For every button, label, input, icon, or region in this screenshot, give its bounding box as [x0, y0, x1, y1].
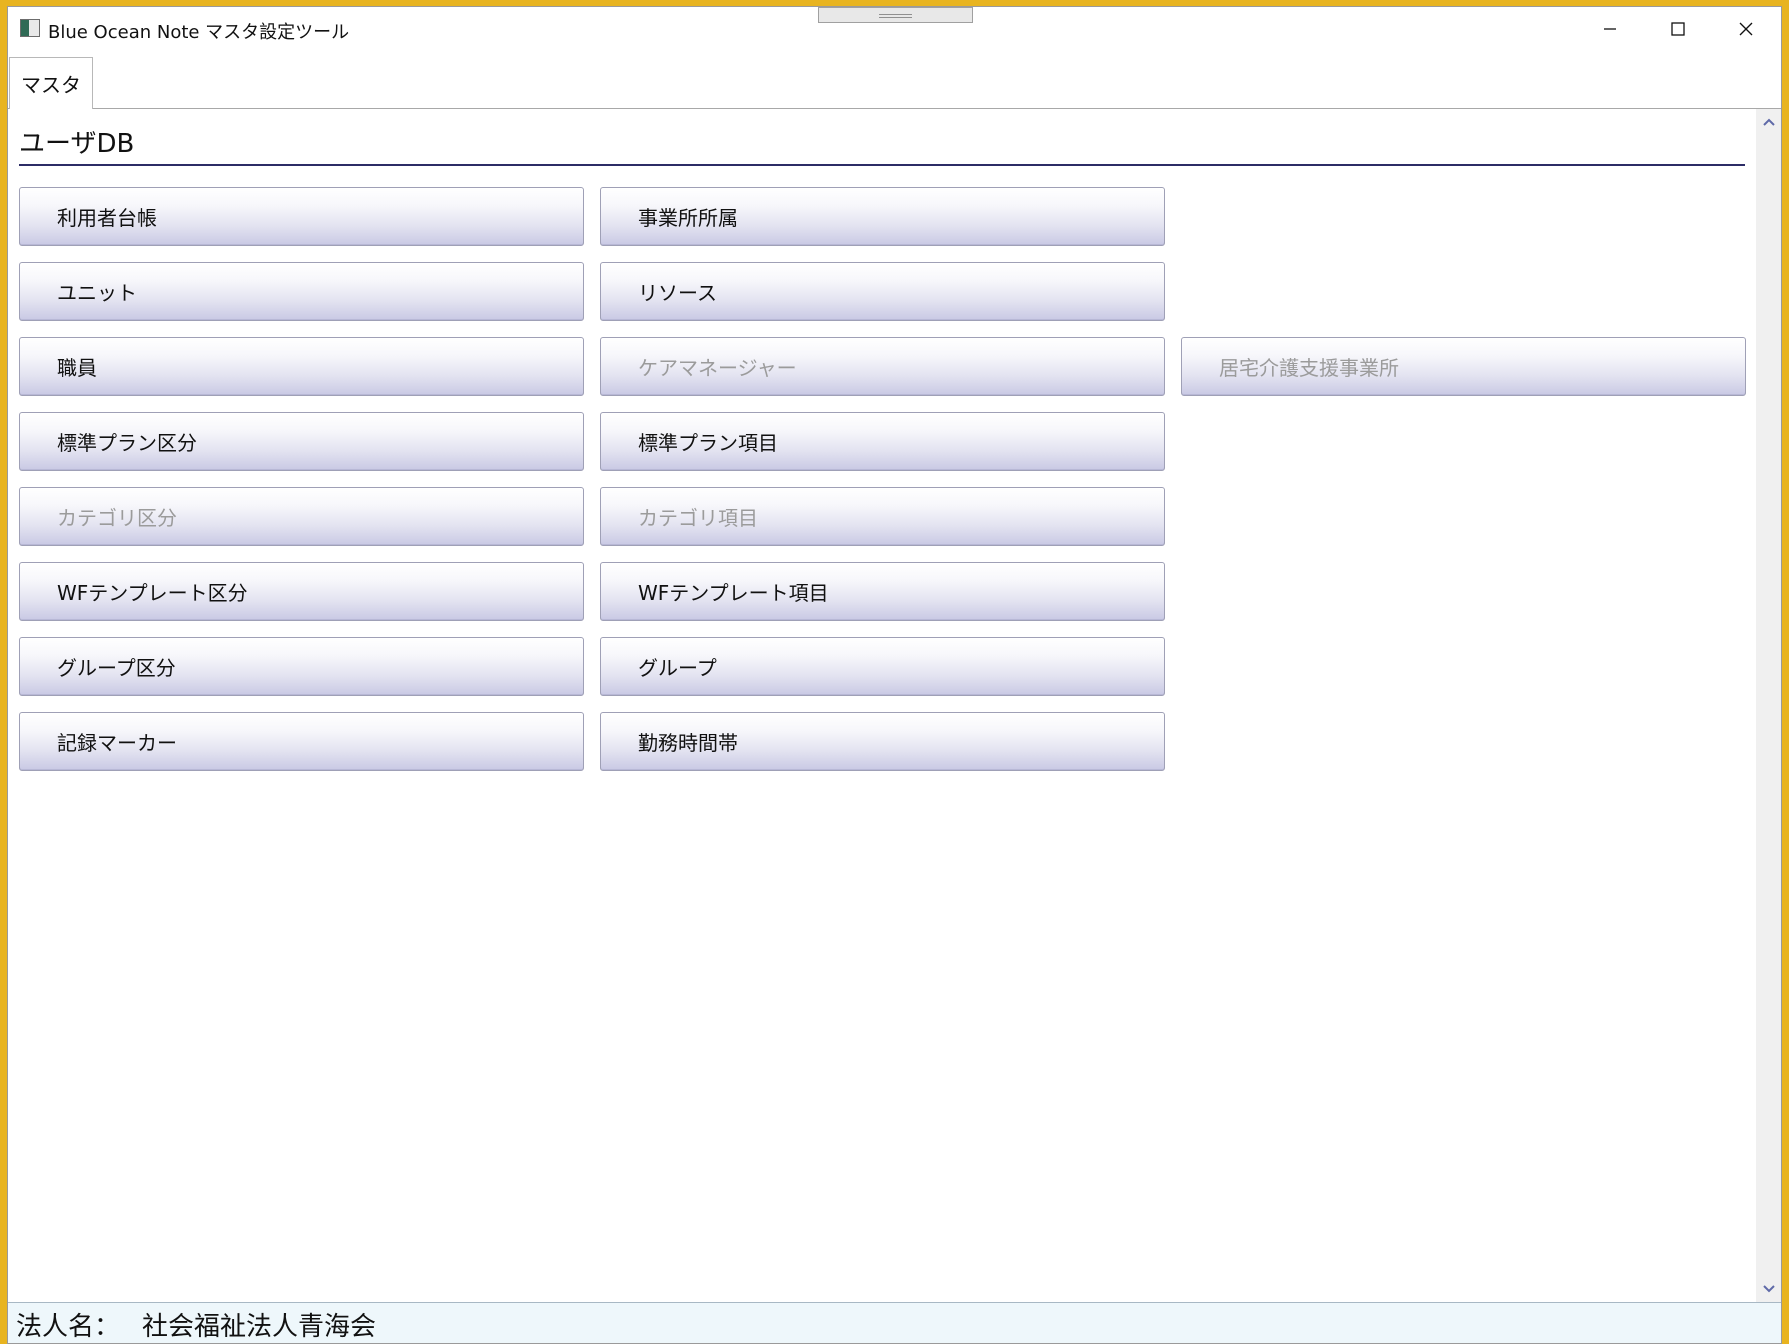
category-kubun-button[interactable]: カテゴリ区分: [19, 487, 584, 546]
close-button[interactable]: [1712, 7, 1780, 51]
category-koumoku-button[interactable]: カテゴリ項目: [600, 487, 1165, 546]
corporation-name: 社会福祉法人青海会: [142, 1311, 377, 1342]
maximize-button[interactable]: [1644, 7, 1712, 51]
status-bar: 法人名： 社会福祉法人青海会: [8, 1302, 1781, 1343]
section-title: ユーザDB: [19, 129, 135, 159]
hyoujun-plan-koumoku-button[interactable]: 標準プラン項目: [600, 412, 1165, 471]
group-button[interactable]: グループ: [600, 637, 1165, 696]
vertical-scrollbar[interactable]: [1756, 109, 1781, 1302]
main-window: Blue Ocean Note マスタ設定ツール マスタ ユーザDB 利用者台帳…: [7, 6, 1782, 1344]
jigyousho-shozoku-button[interactable]: 事業所所属: [600, 187, 1165, 246]
kyotaku-kaigo-shien-jigyousho-button[interactable]: 居宅介護支援事業所: [1181, 337, 1746, 396]
wf-template-kubun-button[interactable]: WFテンプレート区分: [19, 562, 584, 621]
scroll-up-button[interactable]: [1756, 109, 1781, 135]
app-icon[interactable]: [20, 19, 40, 37]
window-title: Blue Ocean Note マスタ設定ツール: [48, 22, 350, 43]
master-panel: ユーザDB 利用者台帳 事業所所属 ユニット リソース 職員 ケアマネージャー …: [8, 109, 1756, 1302]
chevron-up-icon: [1762, 118, 1775, 126]
wf-template-koumoku-button[interactable]: WFテンプレート項目: [600, 562, 1165, 621]
shokuin-button[interactable]: 職員: [19, 337, 584, 396]
unit-button[interactable]: ユニット: [19, 262, 584, 321]
chevron-down-icon: [1762, 1285, 1775, 1293]
maximize-icon: [1671, 22, 1685, 36]
hyoujun-plan-kubun-button[interactable]: 標準プラン区分: [19, 412, 584, 471]
close-icon: [1739, 22, 1753, 36]
section-divider: [19, 164, 1745, 166]
care-manager-button[interactable]: ケアマネージャー: [600, 337, 1165, 396]
corporation-label: 法人名：: [16, 1311, 121, 1342]
minimize-icon: [1604, 28, 1616, 30]
scroll-down-button[interactable]: [1756, 1276, 1781, 1302]
tab-master[interactable]: マスタ: [9, 57, 93, 109]
tab-strip: マスタ: [8, 51, 1781, 109]
group-kubun-button[interactable]: グループ区分: [19, 637, 584, 696]
riyousha-daichou-button[interactable]: 利用者台帳: [19, 187, 584, 246]
title-grip-handle[interactable]: [818, 7, 973, 23]
resource-button[interactable]: リソース: [600, 262, 1165, 321]
minimize-button[interactable]: [1576, 7, 1644, 51]
title-bar[interactable]: Blue Ocean Note マスタ設定ツール: [8, 7, 1781, 51]
kinmu-jikantai-button[interactable]: 勤務時間帯: [600, 712, 1165, 771]
kiroku-marker-button[interactable]: 記録マーカー: [19, 712, 584, 771]
